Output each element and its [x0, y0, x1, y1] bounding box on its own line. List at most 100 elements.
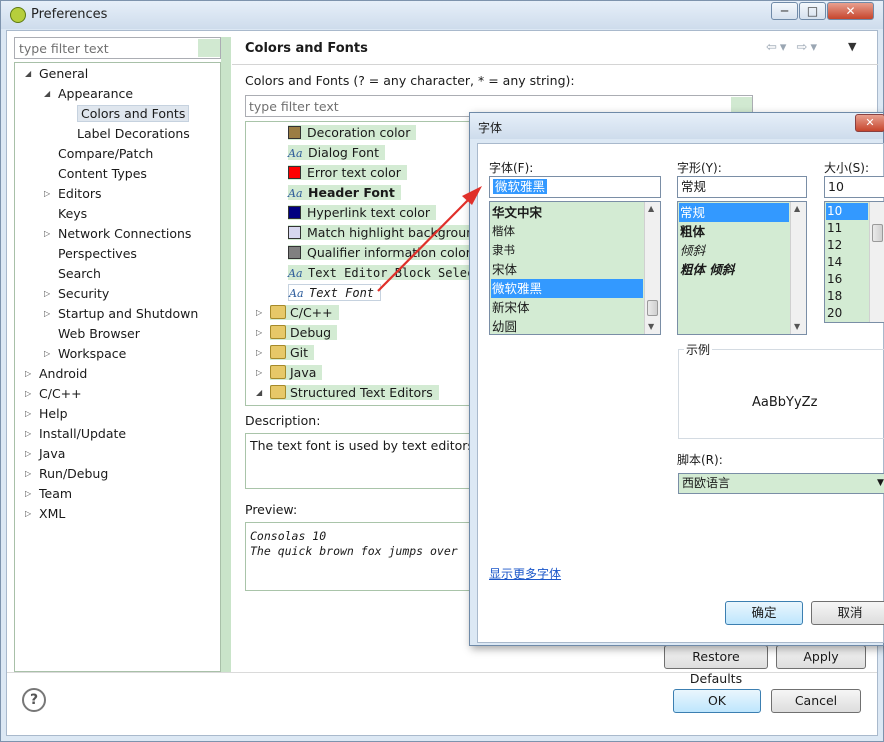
- tree-item[interactable]: Content Types: [58, 164, 147, 184]
- color-font-item[interactable]: Error text color: [288, 163, 407, 182]
- expand-closed-icon[interactable]: ▷: [256, 323, 266, 343]
- clear-filter-icon[interactable]: [198, 39, 220, 57]
- cancel-button[interactable]: Cancel: [771, 689, 861, 713]
- size-list-item[interactable]: 20: [826, 305, 868, 322]
- font-list-item[interactable]: 楷体: [491, 222, 643, 241]
- expand-closed-icon[interactable]: ▷: [44, 344, 54, 364]
- help-icon[interactable]: ?: [22, 688, 46, 712]
- font-list-scrollbar[interactable]: ▲ ▼: [644, 202, 660, 334]
- tree-item[interactable]: Compare/Patch: [58, 144, 153, 164]
- tree-item[interactable]: ▷ Editors: [44, 184, 102, 204]
- font-style-list[interactable]: ▲ ▼ 常规 粗体 倾斜 粗体 倾斜: [677, 201, 807, 335]
- close-button[interactable]: ✕: [827, 2, 874, 20]
- tree-item[interactable]: ▷ Startup and Shutdown: [44, 304, 198, 324]
- style-list-item[interactable]: 粗体 倾斜: [679, 260, 789, 279]
- tree-item[interactable]: ▷ XML: [25, 504, 65, 524]
- apply-button[interactable]: Apply: [776, 645, 866, 669]
- tree-item[interactable]: ◢ General: [25, 64, 88, 84]
- font-size-list[interactable]: 10 11 12 14 16 18 20: [824, 201, 884, 323]
- expand-closed-icon[interactable]: ▷: [25, 464, 35, 484]
- tree-item[interactable]: ▷ Help: [25, 404, 68, 424]
- ok-button[interactable]: OK: [673, 689, 761, 713]
- size-list-item[interactable]: 14: [826, 254, 868, 271]
- font-ok-button[interactable]: 确定: [725, 601, 803, 625]
- tree-item[interactable]: ▷ Run/Debug: [25, 464, 108, 484]
- category-item[interactable]: ▷ C/C++: [256, 303, 339, 322]
- font-list-item[interactable]: 华文中宋: [491, 203, 643, 222]
- category-item[interactable]: ▷ Java: [256, 363, 323, 383]
- expand-open-icon[interactable]: ◢: [44, 84, 54, 104]
- color-font-item[interactable]: Qualifier information color: [288, 243, 477, 262]
- expand-closed-icon[interactable]: ▷: [256, 363, 266, 383]
- expand-closed-icon[interactable]: ▷: [256, 343, 266, 363]
- size-list-scrollbar[interactable]: [869, 202, 884, 322]
- expand-closed-icon[interactable]: ▷: [25, 504, 35, 524]
- color-font-item[interactable]: Aa Text Font: [288, 283, 382, 302]
- color-font-item[interactable]: Aa Header Font: [288, 183, 401, 202]
- show-more-fonts-link[interactable]: 显示更多字体: [489, 565, 561, 582]
- expand-closed-icon[interactable]: ▷: [25, 384, 35, 404]
- font-list-item[interactable]: 微软雅黑: [491, 279, 643, 298]
- expand-closed-icon[interactable]: ▷: [256, 303, 266, 323]
- tree-item[interactable]: Web Browser: [58, 324, 140, 344]
- tree-item[interactable]: ▷ Android: [25, 364, 87, 384]
- title-bar[interactable]: Preferences ─ □ ✕: [1, 1, 883, 29]
- size-list-item[interactable]: 18: [826, 288, 868, 305]
- color-font-item[interactable]: Decoration color: [288, 123, 417, 142]
- font-cancel-button[interactable]: 取消: [811, 601, 884, 625]
- minimize-button[interactable]: ─: [771, 2, 798, 20]
- style-list-item[interactable]: 倾斜: [679, 241, 789, 260]
- script-select[interactable]: 西欧语言 ▼: [678, 473, 884, 494]
- category-item[interactable]: ▷ Git: [256, 343, 315, 363]
- expand-closed-icon[interactable]: ▷: [44, 184, 54, 204]
- style-list-scrollbar[interactable]: ▲ ▼: [790, 202, 806, 334]
- tree-item[interactable]: ▷ C/C++: [25, 384, 82, 404]
- expand-closed-icon[interactable]: ▷: [25, 444, 35, 464]
- category-item[interactable]: ▷ Debug: [256, 323, 338, 343]
- tree-item[interactable]: ▷ Workspace: [44, 344, 126, 364]
- tree-item[interactable]: ▷ Security: [44, 284, 109, 304]
- tree-item[interactable]: ▷ Install/Update: [25, 424, 126, 444]
- expand-closed-icon[interactable]: ▷: [25, 484, 35, 504]
- tree-item[interactable]: Perspectives: [58, 244, 137, 264]
- font-list-item[interactable]: 隶书: [491, 241, 643, 260]
- sash[interactable]: [221, 37, 231, 672]
- size-list-item[interactable]: 11: [826, 220, 868, 237]
- restore-defaults-button[interactable]: Restore Defaults: [664, 645, 768, 686]
- font-name-input[interactable]: 微软雅黑: [489, 176, 661, 198]
- category-item[interactable]: ◢ Structured Text Editors: [256, 383, 439, 402]
- tree-item[interactable]: ▷ Team: [25, 484, 72, 504]
- tree-item[interactable]: ◢ Appearance: [44, 84, 133, 104]
- color-font-item[interactable]: Aa Dialog Font: [288, 143, 386, 162]
- tree-item[interactable]: ▷ Network Connections: [44, 224, 191, 244]
- back-forward-icon[interactable]: ⇦▾ ⇨▾: [766, 40, 820, 55]
- tree-item[interactable]: ▷ Java: [25, 444, 65, 464]
- font-list-item[interactable]: 新宋体: [491, 298, 643, 317]
- font-style-input[interactable]: 常规: [677, 176, 807, 198]
- color-font-item[interactable]: Aa Text Editor Block Selection Font: [288, 263, 484, 282]
- font-size-input[interactable]: 10: [824, 176, 884, 198]
- maximize-button[interactable]: □: [799, 2, 826, 20]
- tree-item[interactable]: Keys: [58, 204, 87, 224]
- expand-closed-icon[interactable]: ▷: [44, 284, 54, 304]
- size-list-item[interactable]: 16: [826, 271, 868, 288]
- expand-closed-icon[interactable]: ▷: [25, 364, 35, 384]
- tree-item[interactable]: Label Decorations: [77, 124, 190, 144]
- size-list-item[interactable]: 10: [826, 203, 868, 220]
- expand-closed-icon[interactable]: ▷: [44, 224, 54, 244]
- size-list-item[interactable]: 12: [826, 237, 868, 254]
- expand-open-icon[interactable]: ◢: [256, 383, 266, 403]
- color-font-item[interactable]: Hyperlink text color: [288, 203, 437, 222]
- font-dialog-title-bar[interactable]: 字体 ✕: [470, 113, 884, 139]
- font-dialog-close-button[interactable]: ✕: [855, 114, 884, 132]
- expand-closed-icon[interactable]: ▷: [44, 304, 54, 324]
- font-list-item[interactable]: 幼圆: [491, 317, 643, 334]
- expand-closed-icon[interactable]: ▷: [25, 404, 35, 424]
- expand-open-icon[interactable]: ◢: [25, 64, 35, 84]
- style-list-item[interactable]: 常规: [679, 203, 789, 222]
- font-name-list[interactable]: ▲ ▼ 华文中宋 楷体 隶书 宋体 微软雅黑 新宋体 幼圆: [489, 201, 661, 335]
- tree-item[interactable]: Colors and Fonts: [77, 104, 190, 124]
- font-list-item[interactable]: 宋体: [491, 260, 643, 279]
- tree-item[interactable]: Search: [58, 264, 101, 284]
- style-list-item[interactable]: 粗体: [679, 222, 789, 241]
